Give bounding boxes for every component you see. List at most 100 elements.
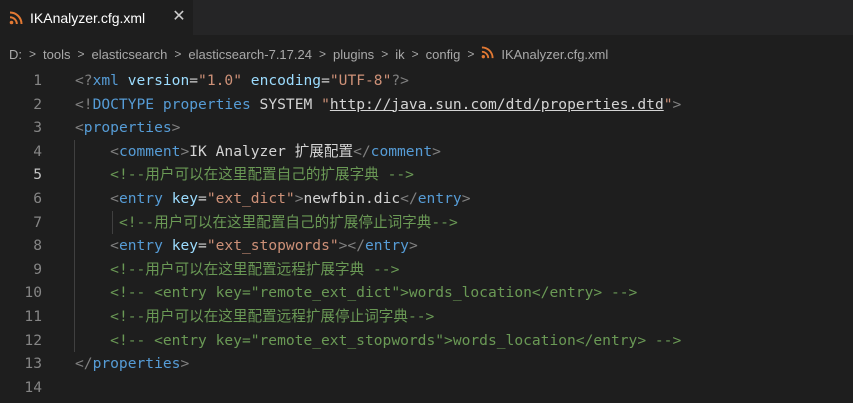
breadcrumb-item-drive[interactable]: D: xyxy=(9,47,22,62)
code-text: </properties> xyxy=(75,352,189,376)
code-text: <entry key="ext_dict">newfbin.dic</entry… xyxy=(75,187,470,211)
breadcrumb-item-tools[interactable]: tools xyxy=(43,47,70,62)
code-line[interactable]: 3 <properties> xyxy=(0,116,853,140)
breadcrumb-item-ik[interactable]: ik xyxy=(395,47,404,62)
code-line[interactable]: 11 <!--用户可以在这里配置远程扩展停止词字典--> xyxy=(0,305,853,329)
code-token: <!--用户可以在这里配置自己的扩展字典 --> xyxy=(110,166,414,184)
breadcrumb-separator: > xyxy=(411,47,419,61)
tab-ikanalyzer-cfg[interactable]: IKAnalyzer.cfg.xml ✕ xyxy=(0,0,193,35)
code-token: newfbin.dic xyxy=(303,190,401,207)
code-line[interactable]: 12 <!-- <entry key="remote_ext_stopwords… xyxy=(0,329,853,353)
code-text: <!--用户可以在这里配置自己的扩展停止词字典--> xyxy=(75,211,458,235)
code-text: <!--用户可以在这里配置自己的扩展字典 --> xyxy=(75,163,414,187)
code-token: > xyxy=(180,355,190,373)
code-text: <!-- <entry key="remote_ext_stopwords">w… xyxy=(75,329,681,353)
code-token: entry xyxy=(365,237,409,255)
rss-icon xyxy=(481,46,494,62)
code-line[interactable]: 6 <entry key="ext_dict">newfbin.dic</ent… xyxy=(0,187,853,211)
rss-icon xyxy=(9,11,23,25)
code-token: DOCTYPE xyxy=(92,95,155,113)
code-token: http://java.sun.com/dtd/properties.dtd xyxy=(329,95,664,113)
line-number: 9 xyxy=(33,260,42,278)
code-token: IK Analyzer 扩展配置 xyxy=(189,142,354,160)
code-token: "UTF-8" xyxy=(329,72,392,89)
code-token: entry xyxy=(118,237,163,255)
code-token: " xyxy=(663,95,673,113)
code-token: > xyxy=(432,142,441,160)
breadcrumb-separator: > xyxy=(467,47,475,61)
code-token: properties xyxy=(162,95,251,113)
code-token: > xyxy=(672,95,682,113)
line-number: 8 xyxy=(33,237,42,255)
line-number: 3 xyxy=(33,119,42,137)
breadcrumb-separator: > xyxy=(29,47,37,61)
line-number: 6 xyxy=(33,190,42,207)
code-line[interactable]: 9 <!--用户可以在这里配置远程扩展字典 --> xyxy=(0,258,853,282)
code-line[interactable]: 4 <comment>IK Analyzer 扩展配置</comment> xyxy=(0,140,853,164)
code-token: > xyxy=(180,142,190,160)
code-token: <!--用户可以在这里配置远程扩展停止词字典--> xyxy=(110,308,435,325)
code-line[interactable]: 8 <entry key="ext_stopwords"></entry> xyxy=(0,234,853,258)
code-token: key xyxy=(171,237,199,255)
code-line[interactable]: 10 <!-- <entry key="remote_ext_dict">wor… xyxy=(0,281,853,305)
code-token: comment xyxy=(118,142,181,160)
breadcrumb-item-config[interactable]: config xyxy=(426,47,461,62)
breadcrumb-item-file[interactable]: IKAnalyzer.cfg.xml xyxy=(501,47,608,62)
code-token: <!-- <entry key="remote_ext_stopwords">w… xyxy=(110,331,682,349)
code-line[interactable]: 14 xyxy=(0,376,853,400)
code-editor[interactable]: 1 <?xml version="1.0" encoding="UTF-8"?> 2… xyxy=(0,69,853,403)
code-token: key xyxy=(171,190,199,207)
code-token: properties xyxy=(92,355,181,373)
breadcrumb-separator: > xyxy=(174,47,182,61)
code-token: < xyxy=(110,190,119,207)
code-token: entry xyxy=(417,190,462,207)
breadcrumb-item-elasticsearch[interactable]: elasticsearch xyxy=(92,47,168,62)
code-token: = xyxy=(321,72,330,89)
code-line[interactable]: 5 <!--用户可以在这里配置自己的扩展字典 --> xyxy=(0,163,853,187)
code-token: <!-- <entry key="remote_ext_dict">words_… xyxy=(110,284,638,302)
code-line[interactable]: 2 <!DOCTYPE properties SYSTEM "http://jav… xyxy=(0,93,853,117)
breadcrumb-separator: > xyxy=(381,47,389,61)
breadcrumb-item-plugins[interactable]: plugins xyxy=(333,47,374,62)
code-token: = xyxy=(198,237,207,255)
line-number: 12 xyxy=(24,331,42,349)
code-line[interactable]: 7 <!--用户可以在这里配置自己的扩展停止词字典--> xyxy=(0,211,853,235)
line-number: 11 xyxy=(24,308,42,325)
line-number: 10 xyxy=(24,284,42,302)
line-number: 14 xyxy=(24,378,42,396)
tab-bar: IKAnalyzer.cfg.xml ✕ xyxy=(0,0,853,35)
code-token: entry xyxy=(118,190,163,207)
code-text: <!DOCTYPE properties SYSTEM "http://java… xyxy=(75,93,681,117)
code-text: <!-- <entry key="remote_ext_dict">words_… xyxy=(75,281,637,305)
code-token: > xyxy=(408,237,418,255)
code-text: <entry key="ext_stopwords"></entry> xyxy=(75,234,418,258)
code-token: < xyxy=(110,237,119,255)
code-line[interactable]: 13 </properties> xyxy=(0,352,853,376)
code-token: </ xyxy=(353,142,371,160)
code-token: version xyxy=(127,72,190,89)
breadcrumb: D: > tools > elasticsearch > elasticsear… xyxy=(0,35,853,73)
line-number: 5 xyxy=(33,166,42,184)
code-token: ?> xyxy=(391,72,409,89)
close-icon[interactable]: ✕ xyxy=(171,9,187,25)
line-number: 13 xyxy=(24,355,42,373)
breadcrumb-item-elasticsearch-version[interactable]: elasticsearch-7.17.24 xyxy=(188,47,312,62)
code-token: < xyxy=(75,119,84,137)
code-token: <!--用户可以在这里配置远程扩展字典 --> xyxy=(110,260,400,278)
code-token: comment xyxy=(370,142,433,160)
code-token: > xyxy=(461,190,471,207)
code-token: </ xyxy=(75,355,93,373)
code-token: SYSTEM xyxy=(250,95,322,113)
code-token: "ext_stopwords" xyxy=(206,237,339,255)
code-line[interactable]: 1 <?xml version="1.0" encoding="UTF-8"?> xyxy=(0,69,853,93)
